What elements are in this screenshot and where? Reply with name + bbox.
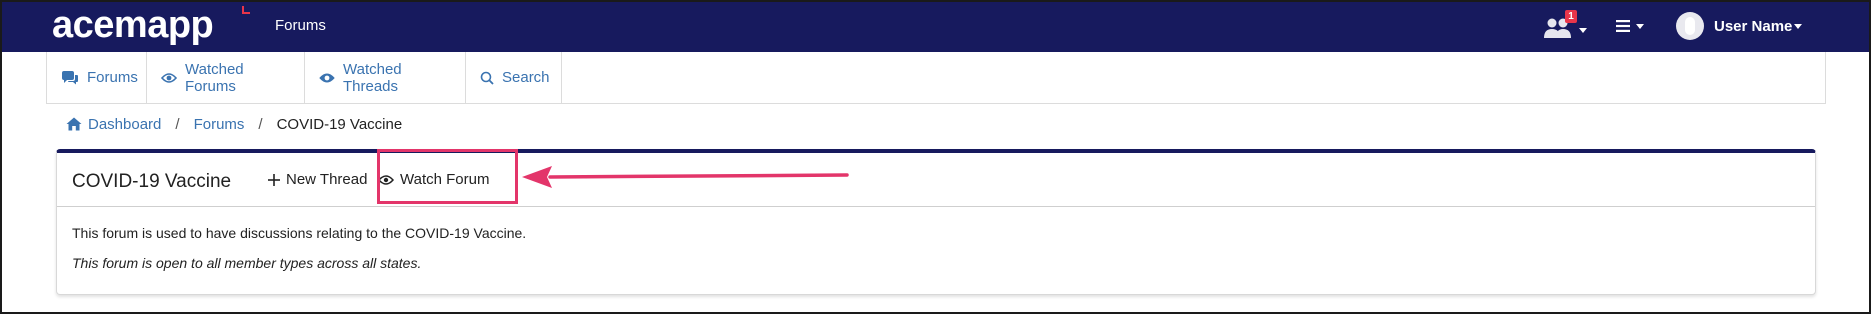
subnav-search-label: Search — [502, 69, 550, 86]
eye-icon — [319, 73, 335, 82]
forum-subnav: Forums Watched Forums Watched Threads Se… — [46, 52, 1826, 104]
breadcrumb-current: COVID-19 Vaccine — [276, 115, 403, 133]
notifications-button[interactable]: 1 — [1543, 10, 1587, 42]
subnav-forums[interactable]: Forums — [47, 52, 147, 103]
breadcrumb-dashboard-label: Dashboard — [88, 115, 162, 133]
user-name: User Name — [1714, 17, 1793, 35]
breadcrumb-dashboard[interactable]: Dashboard — [66, 116, 161, 133]
avatar — [1676, 12, 1704, 40]
subnav-forums-label: Forums — [87, 69, 138, 86]
search-icon — [480, 71, 494, 85]
forum-card: COVID-19 Vaccine New Thread Watch Forum … — [56, 149, 1816, 295]
annotation-arrow-icon — [522, 166, 849, 188]
subnav-watched-forums-label: Watched Forums — [185, 60, 244, 95]
top-navbar: acemapp Forums 1 User Name — [0, 0, 1871, 52]
breadcrumb: Dashboard / Forums / COVID-19 Vaccine — [66, 115, 402, 133]
chevron-down-icon — [1636, 24, 1644, 29]
forum-title: COVID-19 Vaccine — [72, 171, 232, 192]
forum-description: This forum is used to have discussions r… — [72, 225, 527, 241]
breadcrumb-separator: / — [258, 115, 263, 133]
breadcrumb-forums[interactable]: Forums — [194, 116, 245, 133]
forum-access-note: This forum is open to all member types a… — [72, 255, 422, 271]
subnav-watched-forums[interactable]: Watched Forums — [147, 52, 305, 103]
subnav-watched-threads[interactable]: Watched Threads — [305, 52, 466, 103]
new-thread-button[interactable]: New Thread — [268, 171, 367, 188]
eye-icon — [161, 72, 177, 83]
subnav-search[interactable]: Search — [466, 52, 562, 103]
new-thread-label: New Thread — [286, 171, 368, 188]
logo-mark-icon — [242, 6, 250, 14]
chevron-down-icon — [1794, 23, 1803, 29]
forums-icon — [62, 70, 78, 84]
user-menu[interactable]: User Name — [1676, 12, 1803, 40]
acemapp-logo[interactable]: acemapp — [52, 5, 214, 45]
forum-card-header: COVID-19 Vaccine New Thread Watch Forum — [57, 153, 1815, 207]
notification-count-badge: 1 — [1565, 10, 1577, 23]
plus-icon — [268, 173, 280, 186]
watch-forum-highlight — [377, 149, 518, 204]
forum-card-body: This forum is used to have discussions r… — [72, 225, 526, 285]
navbar-title: Forums — [275, 17, 326, 34]
chevron-down-icon — [1579, 28, 1587, 33]
breadcrumb-separator: / — [175, 115, 180, 133]
home-icon — [66, 117, 82, 131]
main-menu-button[interactable] — [1614, 16, 1650, 36]
hamburger-icon — [1616, 20, 1630, 32]
subnav-watched-threads-label: Watched Threads — [343, 60, 402, 95]
